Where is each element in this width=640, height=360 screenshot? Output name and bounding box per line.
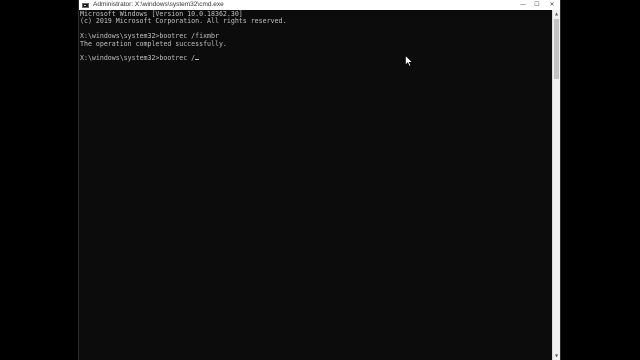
window-controls: — ☐ ✕	[516, 0, 560, 10]
window-title: Administrator: X:\windows\system32\cmd.e…	[93, 1, 224, 8]
console-line: (c) 2019 Microsoft Corporation. All righ…	[80, 17, 287, 26]
cmd-window: Administrator: X:\windows\system32\cmd.e…	[78, 0, 561, 360]
command-prompt-text: X:\windows\system32>bootrec /	[80, 54, 196, 63]
scroll-thumb[interactable]	[554, 19, 559, 79]
console-output[interactable]: Microsoft Windows [Version 10.0.18362.30…	[80, 10, 550, 360]
mouse-pointer-icon	[405, 55, 413, 67]
screen-frame: Administrator: X:\windows\system32\cmd.e…	[0, 0, 640, 360]
close-button[interactable]: ✕	[544, 0, 560, 10]
vertical-scrollbar[interactable]: ▲ ▼	[552, 10, 560, 360]
text-cursor	[195, 59, 200, 61]
maximize-button[interactable]: ☐	[530, 0, 544, 10]
scroll-down-icon[interactable]: ▼	[553, 352, 560, 360]
scroll-up-icon[interactable]: ▲	[553, 10, 560, 18]
console-line: The operation completed successfully.	[80, 39, 227, 48]
command-prompt-line[interactable]: X:\windows\system32>bootrec /	[80, 55, 550, 62]
cmd-icon	[82, 2, 89, 8]
title-bar[interactable]: Administrator: X:\windows\system32\cmd.e…	[79, 0, 560, 10]
minimize-button[interactable]: —	[516, 0, 530, 10]
